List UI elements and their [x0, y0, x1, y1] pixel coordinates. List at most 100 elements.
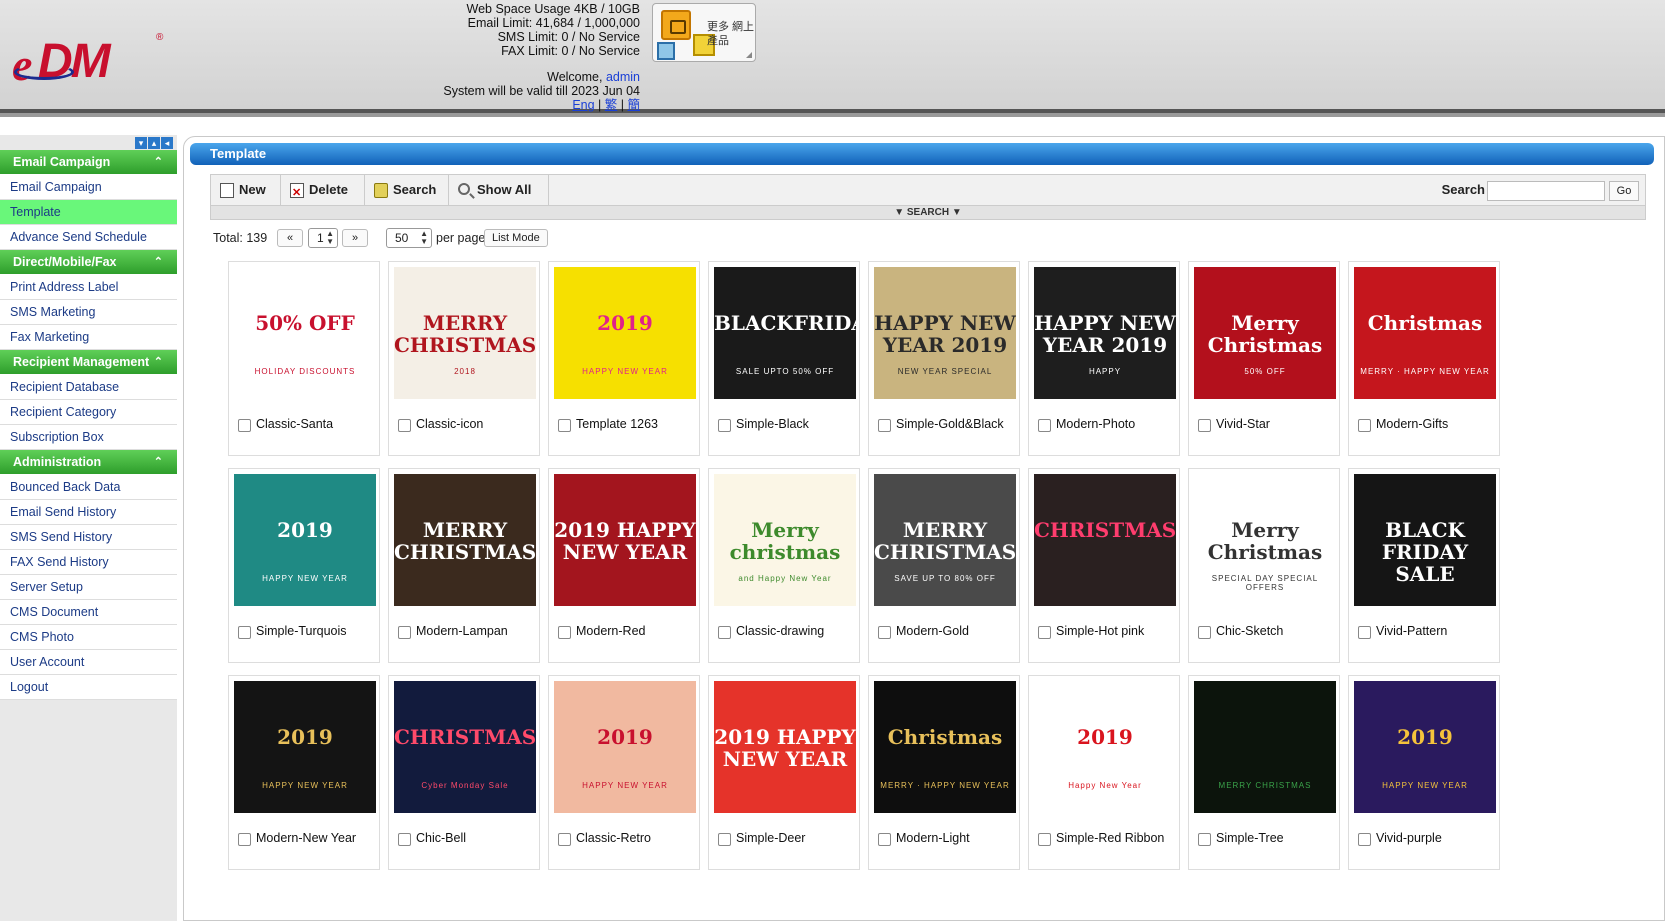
sidebar-item[interactable]: Advance Send Schedule: [0, 225, 177, 250]
prev-page-button[interactable]: «: [277, 229, 303, 247]
sidebar-item[interactable]: SMS Marketing: [0, 300, 177, 325]
collapse-chevron-icon[interactable]: ⌃: [154, 450, 163, 475]
template-checkbox[interactable]: [878, 833, 891, 846]
lang-english-link[interactable]: Eng: [572, 98, 594, 112]
template-card[interactable]: Christmas MERRY · HAPPY NEW YEAR Modern-Gi…: [1348, 261, 1500, 456]
template-checkbox[interactable]: [1358, 833, 1371, 846]
template-checkbox[interactable]: [1198, 626, 1211, 639]
per-page-select[interactable]: 50 ▲ ▼: [386, 228, 432, 248]
template-checkbox[interactable]: [238, 833, 251, 846]
expand-all-icon[interactable]: ▾: [135, 137, 147, 149]
show-all-button[interactable]: Show All: [449, 175, 549, 205]
template-card[interactable]: MERRY CHRISTMAS 2018 Classic-icon: [388, 261, 540, 456]
template-card[interactable]: 2019 HAPPY NEW YEAR Template 1263: [548, 261, 700, 456]
template-thumbnail[interactable]: Merry Christmas SPECIAL DAY SPECIAL OFFER…: [1194, 474, 1336, 606]
template-thumbnail[interactable]: HAPPY NEW YEAR 2019 HAPPY: [1034, 267, 1176, 399]
template-thumbnail[interactable]: 2019 HAPPY NEW YEAR: [714, 681, 856, 813]
template-thumbnail[interactable]: MERRY CHRISTMAS 2018: [394, 267, 536, 399]
template-card[interactable]: MERRY CHRISTMAS SAVE UP TO 80% OFF Modern-…: [868, 468, 1020, 663]
template-card[interactable]: 2019 HAPPY NEW YEAR Classic-Retro: [548, 675, 700, 870]
sidebar-item[interactable]: SMS Send History: [0, 525, 177, 550]
template-card[interactable]: 2019 HAPPY NEW YEAR Simple-Deer: [708, 675, 860, 870]
hide-sidebar-icon[interactable]: ◂: [161, 137, 173, 149]
template-checkbox[interactable]: [1358, 626, 1371, 639]
template-checkbox[interactable]: [1358, 419, 1371, 432]
template-card[interactable]: 50% OFF HOLIDAY DISCOUNTS Classic-Santa: [228, 261, 380, 456]
template-checkbox[interactable]: [878, 419, 891, 432]
sidebar-item[interactable]: CMS Photo: [0, 625, 177, 650]
template-card[interactable]: Merry Christmas SPECIAL DAY SPECIAL OFFER…: [1188, 468, 1340, 663]
sidebar-item[interactable]: Subscription Box: [0, 425, 177, 450]
sidebar-item[interactable]: Email Send History: [0, 500, 177, 525]
template-checkbox[interactable]: [398, 419, 411, 432]
template-card[interactable]: BLACK FRIDAY SALE Vivid-Pattern: [1348, 468, 1500, 663]
sidebar-item[interactable]: Recipient Database: [0, 375, 177, 400]
template-card[interactable]: CHRISTMAS Simple-Hot pink: [1028, 468, 1180, 663]
sidebar-section-header[interactable]: Recipient Management ⌃: [0, 350, 177, 375]
template-thumbnail[interactable]: CHRISTMAS Cyber Monday Sale: [394, 681, 536, 813]
template-card[interactable]: Merry christmas and Happy New Year Classic…: [708, 468, 860, 663]
collapse-chevron-icon[interactable]: ⌃: [154, 150, 163, 175]
template-thumbnail[interactable]: Christmas MERRY · HAPPY NEW YEAR: [874, 681, 1016, 813]
template-card[interactable]: 2019 HAPPY NEW YEAR Modern-Red: [548, 468, 700, 663]
sidebar-item[interactable]: Email Campaign: [0, 175, 177, 200]
template-thumbnail[interactable]: Christmas MERRY · HAPPY NEW YEAR: [1354, 267, 1496, 399]
template-thumbnail[interactable]: 2019 HAPPY NEW YEAR: [554, 474, 696, 606]
sidebar-item[interactable]: Bounced Back Data: [0, 475, 177, 500]
template-checkbox[interactable]: [398, 833, 411, 846]
list-mode-button[interactable]: List Mode: [484, 229, 548, 247]
template-thumbnail[interactable]: 2019 HAPPY NEW YEAR: [1354, 681, 1496, 813]
template-card[interactable]: MERRY CHRISTMAS Simple-Tree: [1188, 675, 1340, 870]
template-thumbnail[interactable]: 2019 HAPPY NEW YEAR: [234, 681, 376, 813]
template-checkbox[interactable]: [398, 626, 411, 639]
template-checkbox[interactable]: [718, 626, 731, 639]
template-card[interactable]: Christmas MERRY · HAPPY NEW YEAR Modern-Li…: [868, 675, 1020, 870]
sidebar-section-header[interactable]: Direct/Mobile/Fax ⌃: [0, 250, 177, 275]
lang-traditional-link[interactable]: 繁: [605, 98, 618, 112]
template-thumbnail[interactable]: 50% OFF HOLIDAY DISCOUNTS: [234, 267, 376, 399]
template-thumbnail[interactable]: Merry christmas and Happy New Year: [714, 474, 856, 606]
sidebar-item[interactable]: Recipient Category: [0, 400, 177, 425]
template-thumbnail[interactable]: BLACK FRIDAY SALE: [1354, 474, 1496, 606]
template-thumbnail[interactable]: HAPPY NEW YEAR 2019 NEW YEAR SPECIAL: [874, 267, 1016, 399]
template-card[interactable]: 2019 HAPPY NEW YEAR Vivid-purple: [1348, 675, 1500, 870]
template-card[interactable]: BLACKFRIDAY SALE UPTO 50% OFF Simple-Black: [708, 261, 860, 456]
template-card[interactable]: 2019 HAPPY NEW YEAR Modern-New Year: [228, 675, 380, 870]
template-card[interactable]: HAPPY NEW YEAR 2019 NEW YEAR SPECIAL Simpl…: [868, 261, 1020, 456]
sidebar-section-header[interactable]: Email Campaign ⌃: [0, 150, 177, 175]
sidebar-item[interactable]: FAX Send History: [0, 550, 177, 575]
collapse-chevron-icon[interactable]: ⌃: [154, 350, 163, 375]
template-thumbnail[interactable]: MERRY CHRISTMAS: [1194, 681, 1336, 813]
template-checkbox[interactable]: [238, 626, 251, 639]
go-button[interactable]: Go: [1609, 181, 1639, 201]
template-thumbnail[interactable]: 2019 HAPPY NEW YEAR: [554, 267, 696, 399]
template-thumbnail[interactable]: MERRY CHRISTMAS SAVE UP TO 80% OFF: [874, 474, 1016, 606]
template-checkbox[interactable]: [558, 419, 571, 432]
template-checkbox[interactable]: [1198, 833, 1211, 846]
quick-search-input[interactable]: [1487, 181, 1605, 201]
sidebar-section-header[interactable]: Administration ⌃: [0, 450, 177, 475]
sidebar-item[interactable]: Print Address Label: [0, 275, 177, 300]
sidebar-item[interactable]: Logout: [0, 675, 177, 700]
delete-button[interactable]: Delete: [281, 175, 365, 208]
template-thumbnail[interactable]: 2019 Happy New Year: [1034, 681, 1176, 813]
template-thumbnail[interactable]: Merry Christmas 50% OFF: [1194, 267, 1336, 399]
search-panel-toggle[interactable]: ▼ SEARCH ▼: [210, 206, 1646, 220]
template-checkbox[interactable]: [1038, 626, 1051, 639]
template-checkbox[interactable]: [558, 833, 571, 846]
template-checkbox[interactable]: [718, 419, 731, 432]
new-button[interactable]: New: [211, 175, 281, 205]
template-card[interactable]: HAPPY NEW YEAR 2019 HAPPY Modern-Photo: [1028, 261, 1180, 456]
template-card[interactable]: 2019 HAPPY NEW YEAR Simple-Turquois: [228, 468, 380, 663]
sidebar-item[interactable]: Template: [0, 200, 177, 225]
sidebar-item[interactable]: Server Setup: [0, 575, 177, 600]
template-checkbox[interactable]: [1038, 419, 1051, 432]
collapse-chevron-icon[interactable]: ⌃: [154, 250, 163, 275]
sidebar-item[interactable]: CMS Document: [0, 600, 177, 625]
lang-simplified-link[interactable]: 簡: [627, 98, 640, 112]
sidebar-item[interactable]: User Account: [0, 650, 177, 675]
template-checkbox[interactable]: [238, 419, 251, 432]
template-thumbnail[interactable]: BLACKFRIDAY SALE UPTO 50% OFF: [714, 267, 856, 399]
more-products-button[interactable]: 更多 網上產品: [652, 3, 756, 62]
template-thumbnail[interactable]: MERRY CHRISTMAS: [394, 474, 536, 606]
